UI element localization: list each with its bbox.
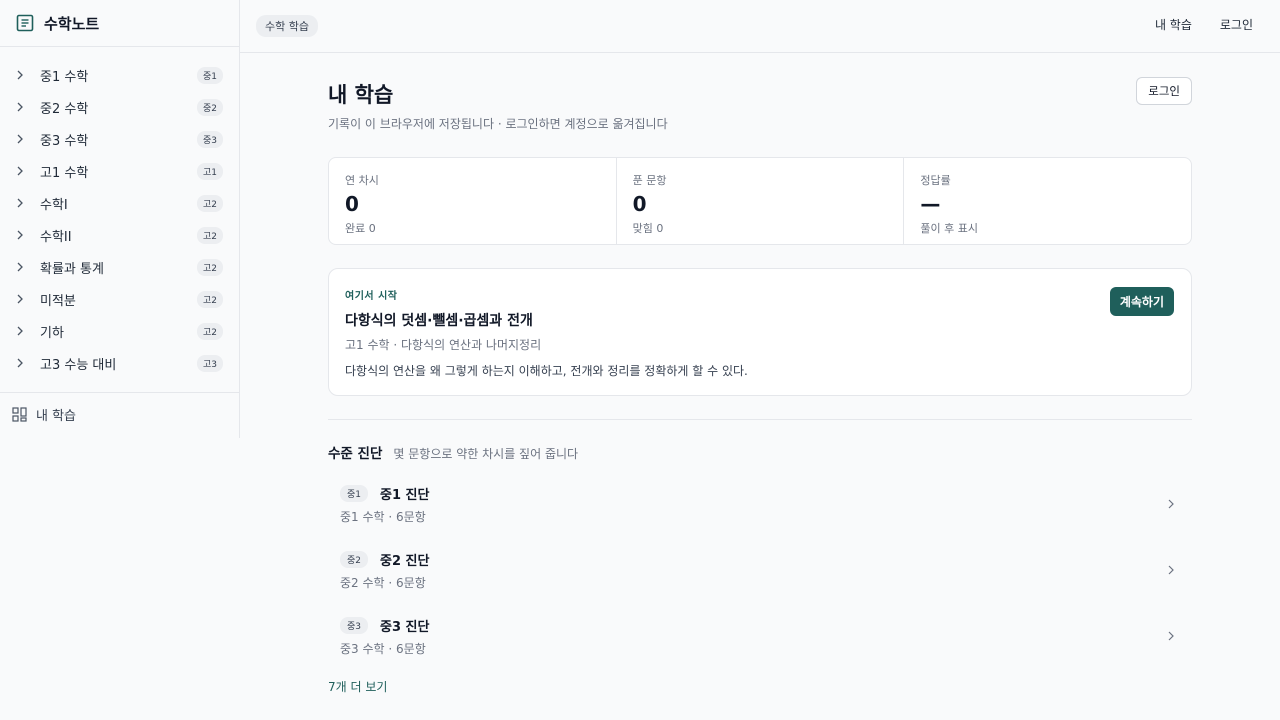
dashboard-grid-icon xyxy=(12,407,27,422)
sidebar-item-high1[interactable]: 고1 수학 고1 xyxy=(0,155,239,187)
topbar: 수학 학습 내 학습 로그인 xyxy=(240,0,1280,53)
brand-name: 수학노트 xyxy=(44,14,100,33)
sidebar-item-label: 수학I xyxy=(40,197,68,213)
chevron-right-icon xyxy=(1168,499,1174,509)
sidebar-footer-label: 내 학습 xyxy=(36,409,77,424)
diagnosis-title: 수준 진단 xyxy=(328,446,383,462)
stat-label: 정답률 xyxy=(920,174,951,187)
grade-badge: 고3 xyxy=(196,354,223,372)
brand[interactable]: 수학노트 xyxy=(0,0,239,47)
chevron-right-icon xyxy=(17,262,23,272)
page-subtitle: 기록이 이 브라우저에 저장됩니다 · 로그인하면 계정으로 옮겨집니다 xyxy=(328,117,668,131)
page-title: 내 학습 xyxy=(328,83,394,107)
chevron-right-icon xyxy=(17,230,23,240)
chevron-right-icon xyxy=(17,166,23,176)
stat-label: 푼 문항 xyxy=(632,174,667,187)
sidebar-item-label: 중1 수학 xyxy=(40,69,89,85)
chevron-right-icon xyxy=(17,70,23,80)
course-nav: 중1 수학 중1 중2 수학 중2 중3 수학 중3 고1 수학 고1 수학I … xyxy=(0,47,239,379)
diagnosis-item[interactable]: 중3 중3 진단 중3 수학 · 6문항 xyxy=(328,605,1192,671)
diagnosis-item[interactable]: 중1 중1 진단 중1 수학 · 6문항 xyxy=(328,473,1192,539)
diagnosis-list: 중1 중1 진단 중1 수학 · 6문항 중2 중2 진단 중2 수학 · 6문… xyxy=(328,473,1192,671)
lesson-description: 다항식의 연산을 왜 그렇게 하는지 이해하고, 전개와 정리를 정확하게 할 … xyxy=(345,364,748,378)
nav-my-learning-link[interactable]: 내 학습 xyxy=(1155,16,1192,33)
stat-foot: 완료 0 xyxy=(345,222,376,235)
lesson-path: 고1 수학 · 다항식의 연산과 나머지정리 xyxy=(345,338,542,352)
chevron-right-icon xyxy=(17,294,23,304)
diagnosis-meta: 중2 수학 · 6문항 xyxy=(340,576,426,590)
stats-card: 연 차시 0 완료 0 푼 문항 0 맞힘 0 정답률 — 풀이 후 표시 xyxy=(328,157,1192,245)
grade-badge: 중1 xyxy=(340,485,369,502)
sidebar-my-learning[interactable]: 내 학습 xyxy=(0,393,239,436)
top-nav: 내 학습 로그인 xyxy=(1155,16,1253,33)
stat-value: 0 xyxy=(345,192,359,216)
grade-badge: 중2 xyxy=(340,551,369,568)
sidebar-item-probability[interactable]: 확률과 통계 고2 xyxy=(0,251,239,283)
stat-label: 연 차시 xyxy=(345,174,379,187)
chevron-right-icon xyxy=(17,326,23,336)
start-eyebrow: 여기서 시작 xyxy=(345,291,398,302)
stat-accuracy: 정답률 — 풀이 후 표시 xyxy=(903,158,1191,244)
sidebar-item-label: 고1 수학 xyxy=(40,165,89,181)
chevron-right-icon xyxy=(1168,631,1174,641)
stat-value: 0 xyxy=(632,192,647,216)
grade-badge: 고2 xyxy=(196,194,223,212)
sidebar-item-math2[interactable]: 수학II 고2 xyxy=(0,219,239,251)
grade-badge: 중3 xyxy=(340,617,369,634)
chevron-right-icon xyxy=(17,198,23,208)
grade-badge: 고1 xyxy=(196,162,223,180)
section-divider xyxy=(328,419,1192,420)
sidebar-item-middle3[interactable]: 중3 수학 중3 xyxy=(0,123,239,155)
diagnosis-item[interactable]: 중2 중2 진단 중2 수학 · 6문항 xyxy=(328,539,1192,605)
stat-foot: 풀이 후 표시 xyxy=(920,222,978,235)
sidebar: 수학노트 중1 수학 중1 중2 수학 중2 중3 수학 중3 고1 수학 고1… xyxy=(0,0,240,438)
lesson-title: 다항식의 덧셈·뺄셈·곱셈과 전개 xyxy=(345,313,533,329)
stat-foot: 맞힘 0 xyxy=(632,222,664,235)
grade-badge: 고2 xyxy=(196,258,223,276)
chevron-right-icon xyxy=(17,134,23,144)
diagnosis-name: 중3 진단 xyxy=(380,620,430,635)
sidebar-item-geometry[interactable]: 기하 고2 xyxy=(0,315,239,347)
sidebar-item-middle2[interactable]: 중2 수학 중2 xyxy=(0,91,239,123)
sidebar-item-math1[interactable]: 수학I 고2 xyxy=(0,187,239,219)
sidebar-item-label: 수학II xyxy=(40,229,72,245)
chevron-right-icon xyxy=(17,102,23,112)
sidebar-item-label: 고3 수능 대비 xyxy=(40,357,117,373)
diagnosis-subtitle: 몇 문항으로 약한 차시를 짚어 줍니다 xyxy=(393,447,579,461)
notebook-icon xyxy=(16,14,34,32)
grade-badge: 중2 xyxy=(196,98,223,116)
chevron-right-icon xyxy=(1168,565,1174,575)
sidebar-item-label: 중3 수학 xyxy=(40,133,89,149)
grade-badge: 중1 xyxy=(196,66,223,84)
sidebar-item-label: 기하 xyxy=(40,325,64,341)
diagnosis-name: 중1 진단 xyxy=(380,488,430,503)
breadcrumb[interactable]: 수학 학습 xyxy=(256,15,318,37)
grade-badge: 고2 xyxy=(196,226,223,244)
diagnosis-meta: 중1 수학 · 6문항 xyxy=(340,510,426,524)
sidebar-item-label: 미적분 xyxy=(40,293,76,309)
chevron-right-icon xyxy=(17,358,23,368)
grade-badge: 고2 xyxy=(196,322,223,340)
sidebar-item-calculus[interactable]: 미적분 고2 xyxy=(0,283,239,315)
continue-button[interactable]: 계속하기 xyxy=(1109,287,1174,316)
sidebar-item-label: 중2 수학 xyxy=(40,101,89,117)
diagnosis-header: 수준 진단 몇 문항으로 약한 차시를 짚어 줍니다 xyxy=(328,442,578,462)
stat-lessons-opened: 연 차시 0 완료 0 xyxy=(329,158,616,244)
stat-problems-solved: 푼 문항 0 맞힘 0 xyxy=(615,158,904,244)
login-button[interactable]: 로그인 xyxy=(1136,77,1192,105)
grade-badge: 고2 xyxy=(196,290,223,308)
sidebar-item-csat[interactable]: 고3 수능 대비 고3 xyxy=(0,347,239,379)
show-more-link[interactable]: 7개 더 보기 xyxy=(328,678,387,695)
start-here-card[interactable]: 여기서 시작 다항식의 덧셈·뺄셈·곱셈과 전개 고1 수학 · 다항식의 연산… xyxy=(328,268,1192,396)
diagnosis-meta: 중3 수학 · 6문항 xyxy=(340,642,426,656)
grade-badge: 중3 xyxy=(196,130,223,148)
sidebar-item-label: 확률과 통계 xyxy=(40,261,104,277)
nav-login-link[interactable]: 로그인 xyxy=(1220,16,1253,33)
sidebar-item-middle1[interactable]: 중1 수학 중1 xyxy=(0,59,239,91)
stat-value: — xyxy=(920,192,941,216)
diagnosis-name: 중2 진단 xyxy=(380,554,430,569)
